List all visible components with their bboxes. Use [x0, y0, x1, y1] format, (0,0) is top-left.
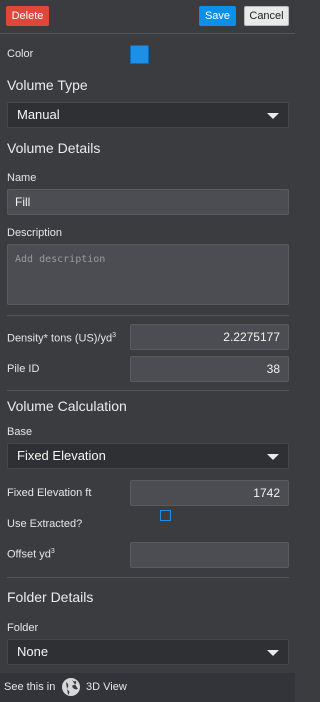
chevron-down-icon	[267, 650, 279, 656]
volume-type-selected: Manual	[17, 107, 60, 122]
globe-icon[interactable]	[61, 677, 81, 697]
chevron-down-icon	[267, 454, 279, 460]
density-unit-exponent: 3	[112, 332, 117, 339]
base-selected: Fixed Elevation	[17, 448, 106, 463]
toolbar-divider	[0, 33, 295, 34]
offset-label: Offset yd3	[7, 548, 55, 561]
fixed-elevation-label: Fixed Elevation ft	[7, 487, 92, 499]
name-field[interactable]: Fill	[7, 189, 289, 215]
pile-id-value: 38	[266, 362, 280, 376]
density-input[interactable]: 2.2275177	[130, 324, 289, 350]
pile-divider	[7, 390, 289, 391]
delete-button[interactable]: Delete	[6, 6, 49, 26]
details-divider	[7, 315, 289, 316]
volume-calculation-heading: Volume Calculation	[7, 398, 127, 414]
name-label: Name	[7, 172, 37, 184]
folder-label: Folder	[7, 622, 39, 634]
description-field[interactable]: Add description	[7, 244, 289, 305]
description-label: Description	[7, 227, 63, 239]
cancel-button[interactable]: Cancel	[244, 6, 289, 26]
color-label: Color	[7, 48, 34, 60]
fixed-elevation-input[interactable]: 1742	[130, 480, 289, 506]
volume-details-heading: Volume Details	[7, 140, 101, 156]
density-value: 2.2275177	[223, 330, 280, 344]
3d-view-link[interactable]: 3D View	[86, 681, 127, 693]
fixed-elevation-value: 1742	[253, 486, 280, 500]
folder-select[interactable]: None	[7, 639, 289, 665]
chevron-down-icon	[267, 113, 279, 119]
offset-label-text: Offset yd	[7, 548, 51, 561]
color-swatch[interactable]	[130, 45, 149, 64]
folder-details-heading: Folder Details	[7, 589, 94, 605]
pile-id-label: Pile ID	[7, 363, 40, 375]
see-this-in-label: See this in	[4, 681, 56, 693]
base-label: Base	[7, 426, 33, 438]
calculation-divider	[7, 577, 289, 578]
pile-id-input[interactable]: 38	[130, 356, 289, 382]
name-value: Fill	[15, 195, 31, 209]
offset-input[interactable]	[130, 542, 289, 568]
density-label-text: Density* tons (US)/yd	[7, 332, 113, 345]
volume-type-select[interactable]: Manual	[7, 102, 289, 128]
save-button[interactable]: Save	[199, 6, 236, 26]
use-extracted-label: Use Extracted?	[7, 518, 83, 530]
offset-unit-exponent: 3	[50, 548, 55, 555]
use-extracted-checkbox[interactable]	[160, 510, 171, 521]
description-placeholder: Add description	[15, 254, 106, 265]
volume-type-heading: Volume Type	[7, 77, 88, 93]
base-select[interactable]: Fixed Elevation	[7, 443, 289, 469]
density-label: Density* tons (US)/yd3	[7, 332, 116, 345]
folder-selected: None	[17, 644, 49, 659]
